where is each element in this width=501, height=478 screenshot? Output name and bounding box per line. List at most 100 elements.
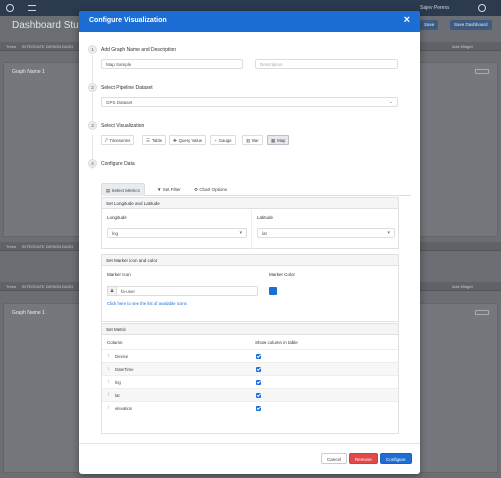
step-number: 3 [88,121,97,130]
viz-map-button[interactable]: ▦ Map [267,135,290,145]
toolbar-item: Trees [6,244,17,249]
remove-button[interactable]: Remove [349,453,378,464]
app-logo-icon [6,4,14,12]
modal-header: Configure Visualization × [79,11,420,32]
icon-list-link[interactable]: Click here to see the list of available … [107,301,187,306]
viz-gauge-button[interactable]: ◔ Gauge [210,135,236,145]
drag-handle-icon[interactable]: ⁝ [108,392,110,398]
configure-button[interactable]: Configure [380,453,412,464]
show-column-checkbox[interactable] [256,393,261,398]
dataset-select-value: GPS Dataset [106,100,133,105]
tab-label: Set Filter [162,187,181,192]
table-row: ⁝ lng [102,375,398,388]
metric-card: Set Metric Column Show column in table ⁝… [101,323,399,434]
drag-handle-icon[interactable]: ⁝ [108,379,110,385]
modal-footer: Cancel Remove Configure [79,443,420,474]
card-header: Set Metric [102,324,398,335]
bar-chart-icon: ▥ [246,138,251,143]
card-header: Set Marker icon and color [102,255,398,266]
tab-set-filter[interactable]: ▼ Set Filter [153,183,185,196]
marker-card: Set Marker icon and color Marker Icon Ma… [101,254,399,322]
metric-name: lat [115,393,120,398]
column-divider [251,210,252,249]
viz-label: Timeseries [109,138,131,143]
latitude-select[interactable]: lat ▾ [257,228,395,238]
table-row: ⁝ Device [102,349,398,362]
viz-label: Query Value [178,138,203,143]
step-label: Configure Data [101,161,135,167]
user-name[interactable]: Sajev Perera [420,5,449,11]
table-row: ⁝ elevation [102,401,398,414]
show-column-checkbox[interactable] [256,406,261,411]
latitude-label: Latitude [257,215,274,220]
add-widget-link[interactable]: Add Widget [452,284,473,289]
config-tabs: ▤ Select Metrics ▼ Set Filter ⚙ Chart Op… [101,183,411,196]
chevron-down-icon: ▾ [239,230,242,236]
marker-icon-label: Marker Icon [107,272,131,277]
toolbar-item: INTEGRATE DESIGN DASH [22,284,74,289]
graph-name: Graph Name 1 [12,69,45,75]
step-label: Select Visualization [101,123,145,129]
show-column-checkbox[interactable] [256,367,261,372]
marker-icon-input[interactable]: fa-user [117,286,258,296]
table-row: ⁝ DateTime [102,362,398,375]
marker-color-swatch[interactable] [269,287,277,295]
show-column-checkbox[interactable] [256,380,261,385]
table-icon: ☰ [146,138,150,143]
line-chart-icon: ⤤ [105,138,108,143]
save-button[interactable]: Save [420,20,439,30]
viz-label: Map [277,138,286,143]
cancel-button[interactable]: Cancel [321,453,348,464]
close-icon[interactable]: × [404,15,410,26]
configure-visualization-modal: Configure Visualization × 1 Add Graph Na… [79,11,420,474]
plus-icon: ✚ [173,138,177,143]
user-icon: ♟ [107,286,117,296]
gauge-icon: ◔ [214,138,217,143]
viz-timeseries-button[interactable]: ⤤ Timeseries [101,135,135,145]
panel-controls[interactable] [475,310,489,315]
toolbar-item: Trees [6,284,17,289]
column-header: Column [107,340,123,345]
viz-label: Gauge [218,138,232,143]
latlon-card: Set Longitude and Latitude Longitude Lat… [101,197,399,249]
viz-query-value-button[interactable]: ✚ Query Value [169,135,207,145]
map-icon: ▦ [271,138,276,143]
toolbar-item: Trees [6,44,17,49]
drag-handle-icon[interactable]: ⁝ [108,353,110,359]
list-icon: ▤ [106,188,111,193]
panel-controls[interactable] [475,69,489,74]
longitude-value: lng [112,231,119,236]
card-header: Set Longitude and Latitude [102,198,398,209]
step-label: Add Graph Name and Description [101,47,177,53]
drag-handle-icon[interactable]: ⁝ [108,405,110,411]
metric-name: lng [115,380,121,385]
step-number: 4 [88,159,97,168]
add-widget-link[interactable]: Add Widget [452,44,473,49]
modal-title: Configure Visualization [89,17,167,24]
viz-bar-button[interactable]: ▥ Bar [242,135,263,145]
viz-label: Bar [252,138,259,143]
dataset-select[interactable]: GPS Dataset ⌄ [101,97,398,107]
chevron-down-icon: ▾ [387,230,390,236]
show-column-checkbox[interactable] [256,354,261,359]
show-column-header: Show column in table [255,340,298,345]
longitude-select[interactable]: lng ▾ [107,228,247,238]
table-row: ⁝ lat [102,388,398,401]
gear-icon: ⚙ [194,187,199,192]
metric-name: DateTime [115,367,134,372]
step-label: Select Pipeline Dataset [101,85,153,91]
graph-name-input[interactable]: Map Sample [101,59,243,69]
step-number: 1 [88,45,97,54]
viz-table-button[interactable]: ☰ Table [142,135,167,145]
toolbar-item: INTEGRATE DESIGN DASH [22,44,74,49]
save-dashboard-button[interactable]: Save Dashboard [450,20,492,30]
description-input[interactable]: Description [255,59,398,69]
marker-color-label: Marker Color [269,272,296,277]
step-number: 2 [88,83,97,92]
drag-handle-icon[interactable]: ⁝ [108,366,110,372]
chevron-down-icon: ⌄ [388,99,393,105]
search-icon[interactable] [478,4,486,12]
tab-chart-options[interactable]: ⚙ Chart Options [190,183,231,196]
tab-select-metrics[interactable]: ▤ Select Metrics [101,183,145,196]
menu-icon[interactable] [28,5,36,11]
